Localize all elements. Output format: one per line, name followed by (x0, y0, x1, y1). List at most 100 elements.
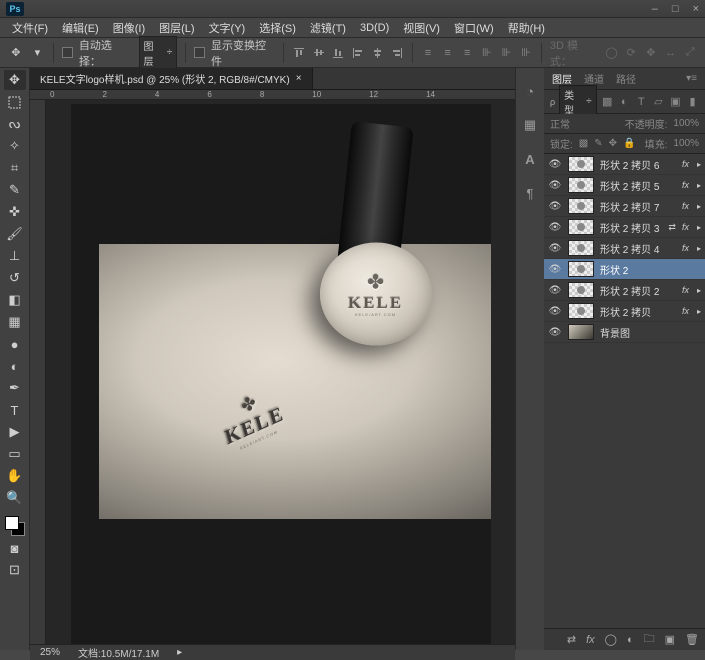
menu-filter[interactable]: 滤镜(T) (310, 20, 346, 36)
menu-file[interactable]: 文件(F) (12, 20, 48, 36)
layer-fx-icon[interactable]: fx (586, 634, 595, 646)
wand-tool[interactable]: ✧ (4, 136, 26, 156)
new-group-icon[interactable]: 🗀 (644, 630, 655, 649)
dist-top-icon[interactable]: ≡ (421, 46, 435, 60)
layer-thumb[interactable] (568, 156, 594, 172)
lock-pos-icon[interactable]: ✥ (609, 138, 617, 149)
fx-expand-icon[interactable]: ▸ (697, 223, 701, 232)
filter-toggle-icon[interactable]: ▮ (686, 95, 699, 109)
layer-thumb[interactable] (568, 282, 594, 298)
pen-tool[interactable]: ✒ (4, 378, 26, 398)
panel-menu-icon[interactable]: ▾≡ (686, 73, 697, 84)
menu-image[interactable]: 图像(I) (113, 20, 145, 36)
fx-badge[interactable]: fx (682, 159, 689, 169)
fx-badge[interactable]: fx (682, 180, 689, 190)
doc-info[interactable]: 文档:10.5M/17.1M (78, 645, 159, 660)
menu-layer[interactable]: 图层(L) (159, 20, 194, 36)
menu-3d[interactable]: 3D(D) (360, 22, 389, 34)
align-vcenter-icon[interactable] (312, 46, 326, 60)
history-brush-tool[interactable]: ↺ (4, 268, 26, 288)
filter-smart-icon[interactable]: ▣ (669, 95, 682, 109)
layer-row[interactable]: 👁形状 2 拷贝 7fx▸ (544, 196, 705, 217)
close-button[interactable]: × (693, 3, 699, 15)
visibility-icon[interactable]: 👁 (548, 201, 562, 212)
menu-view[interactable]: 视图(V) (403, 20, 440, 36)
layer-thumb[interactable] (568, 240, 594, 256)
fx-expand-icon[interactable]: ▸ (697, 286, 701, 295)
show-transform-checkbox[interactable] (194, 47, 205, 58)
fx-expand-icon[interactable]: ▸ (697, 181, 701, 190)
fill-value[interactable]: 100% (673, 138, 699, 149)
layer-thumb[interactable] (568, 177, 594, 193)
dodge-tool[interactable]: ◐ (4, 356, 26, 376)
blend-mode-select[interactable]: 正常 (550, 116, 570, 131)
visibility-icon[interactable]: 👁 (548, 159, 562, 170)
fx-expand-icon[interactable]: ▸ (697, 202, 701, 211)
layer-row[interactable]: 👁形状 2 拷贝 5fx▸ (544, 175, 705, 196)
auto-select-checkbox[interactable] (62, 47, 73, 58)
lock-trans-icon[interactable]: ▩ (579, 138, 588, 149)
align-top-icon[interactable] (292, 46, 306, 60)
fx-expand-icon[interactable]: ▸ (697, 244, 701, 253)
visibility-icon[interactable]: 👁 (548, 306, 562, 317)
dist-right-icon[interactable]: ⊪ (519, 46, 533, 60)
stamp-tool[interactable]: ⊥ (4, 246, 26, 266)
filter-type-icon[interactable]: T (635, 95, 648, 109)
layer-mask-icon[interactable]: ◯ (605, 633, 617, 646)
align-bottom-icon[interactable] (332, 46, 346, 60)
align-hcenter-icon[interactable] (371, 46, 385, 60)
layer-thumb[interactable] (568, 324, 594, 340)
filter-adjust-icon[interactable]: ◐ (618, 95, 631, 109)
eraser-tool[interactable]: ◧ (4, 290, 26, 310)
quickmask-tool[interactable]: ◙ (4, 538, 26, 558)
opacity-value[interactable]: 100% (673, 118, 699, 129)
filter-shape-icon[interactable]: ▱ (652, 95, 665, 109)
para-panel-icon[interactable]: ¶ (521, 184, 539, 202)
crop-tool[interactable]: ⌗ (4, 158, 26, 178)
lasso-tool[interactable]: ᔓ (4, 114, 26, 134)
lock-all-icon[interactable]: 🔒 (623, 138, 635, 149)
align-right-icon[interactable] (390, 46, 404, 60)
zoom-tool[interactable]: 🔍 (4, 488, 26, 508)
char-panel-icon[interactable]: A (521, 150, 539, 168)
layer-row[interactable]: 👁形状 2 拷贝 2fx▸ (544, 280, 705, 301)
type-tool[interactable]: T (4, 400, 26, 420)
layer-row[interactable]: 👁背景图 (544, 322, 705, 343)
menu-edit[interactable]: 编辑(E) (62, 20, 99, 36)
layer-thumb[interactable] (568, 261, 594, 277)
move-tool[interactable]: ✥ (4, 70, 26, 90)
delete-layer-icon[interactable]: 🗑 (685, 633, 699, 646)
dropdown-icon[interactable]: ▾ (30, 45, 46, 61)
fx-expand-icon[interactable]: ▸ (697, 307, 701, 316)
layer-row[interactable]: 👁形状 2 拷贝fx▸ (544, 301, 705, 322)
visibility-icon[interactable]: 👁 (548, 285, 562, 296)
history-panel-icon[interactable]: ◔ (521, 82, 539, 100)
filter-pixel-icon[interactable]: ▩ (601, 95, 614, 109)
adjust-layer-icon[interactable]: ◐ (627, 634, 634, 646)
screenmode-tool[interactable]: ⊡ (4, 560, 26, 580)
brush-tool[interactable]: 🖌 (4, 224, 26, 244)
visibility-icon[interactable]: 👁 (548, 180, 562, 191)
dist-left-icon[interactable]: ⊪ (480, 46, 494, 60)
align-left-icon[interactable] (351, 46, 365, 60)
fx-badge[interactable]: fx (682, 201, 689, 211)
menu-type[interactable]: 文字(Y) (209, 20, 246, 36)
fx-badge[interactable]: fx (682, 222, 689, 232)
healing-tool[interactable]: ✜ (4, 202, 26, 222)
layer-row[interactable]: 👁形状 2 (544, 259, 705, 280)
minimize-button[interactable]: – (652, 3, 658, 15)
color-swatches[interactable] (5, 516, 25, 536)
document-tab[interactable]: KELE文字logo样机.psd @ 25% (形状 2, RGB/8#/CMY… (30, 68, 313, 89)
shape-tool[interactable]: ▭ (4, 444, 26, 464)
menu-select[interactable]: 选择(S) (259, 20, 296, 36)
visibility-icon[interactable]: 👁 (548, 264, 562, 275)
fx-badge[interactable]: fx (682, 306, 689, 316)
gradient-tool[interactable]: ▦ (4, 312, 26, 332)
fx-expand-icon[interactable]: ▸ (697, 160, 701, 169)
layer-row[interactable]: 👁形状 2 拷贝 6fx▸ (544, 154, 705, 175)
visibility-icon[interactable]: 👁 (548, 222, 562, 233)
tab-paths[interactable]: 路径 (616, 71, 636, 86)
layer-thumb[interactable] (568, 303, 594, 319)
visibility-icon[interactable]: 👁 (548, 327, 562, 338)
new-layer-icon[interactable]: ▣ (665, 633, 675, 646)
